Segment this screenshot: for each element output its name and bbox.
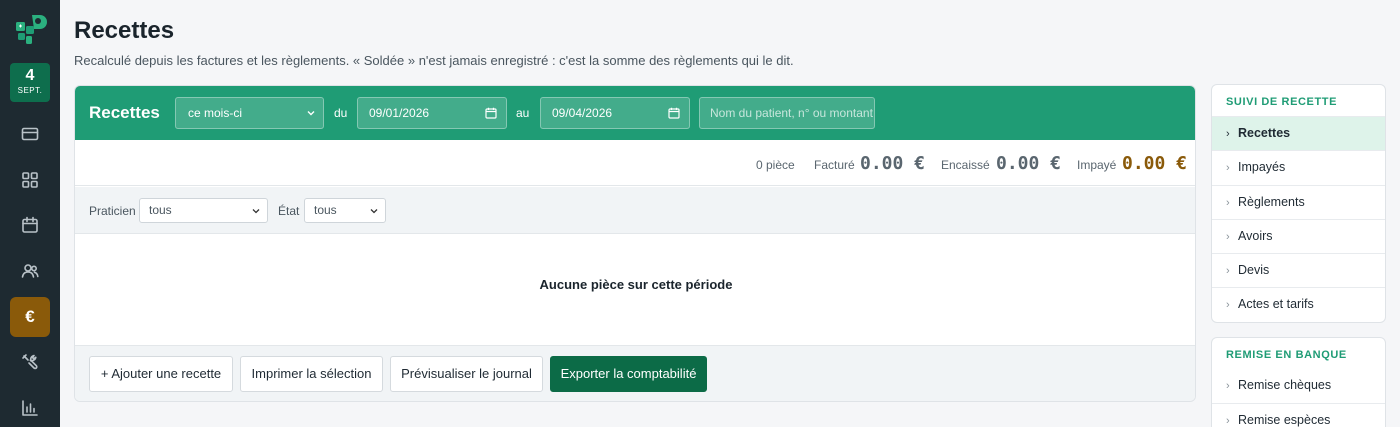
nav-item-avoirs[interactable]: › Avoirs	[1212, 219, 1385, 253]
nav-item-label: Remise chèques	[1238, 378, 1332, 392]
nav-item-label: Avoirs	[1238, 229, 1273, 243]
from-label: du	[334, 106, 348, 120]
chart-icon[interactable]	[20, 398, 40, 418]
preview-journal-button[interactable]: Prévisualiser le journal	[390, 356, 543, 392]
sidebar: 4 SEPT. €	[0, 0, 60, 427]
search-placeholder: Nom du patient, n° ou montant	[710, 106, 873, 120]
billed-value: 0.00 €	[860, 153, 926, 174]
unpaid-label: Impayé	[1077, 158, 1117, 172]
practitioner-label: Praticien	[89, 204, 136, 218]
cashed-value: 0.00 €	[996, 153, 1062, 174]
to-date-value: 09/04/2026	[552, 106, 613, 120]
page-title: Recettes	[74, 17, 175, 44]
calendar-icon[interactable]	[20, 215, 40, 235]
totals-summary: 0 pièce Facturé 0.00 € Encaissé 0.00 € I…	[75, 140, 1195, 186]
users-icon[interactable]	[20, 261, 40, 281]
receipts-card: Recettes ce mois-ci du 09/01/2026 au 09/…	[74, 85, 1196, 402]
nav-item-devis[interactable]: › Devis	[1212, 253, 1385, 287]
nav-item-impayes[interactable]: › Impayés	[1212, 150, 1385, 184]
date-day: 4	[25, 67, 35, 84]
state-select[interactable]: tous	[304, 198, 386, 223]
receipt-tracking-title: SUIVI DE RECETTE	[1226, 96, 1338, 108]
period-select-value: ce mois-ci	[188, 106, 243, 120]
from-date-input[interactable]: 09/01/2026	[357, 97, 507, 129]
nav-item-remise-especes[interactable]: › Remise espèces	[1212, 403, 1385, 427]
nav-item-label: Remise espèces	[1238, 413, 1331, 427]
document-count: 0 pièce	[756, 158, 795, 172]
chevron-right-icon: ›	[1226, 162, 1230, 174]
page-subtitle: Recalculé depuis les factures et les règ…	[74, 53, 794, 68]
billed-label: Facturé	[814, 158, 855, 172]
state-select-value: tous	[314, 203, 337, 217]
nav-item-label: Actes et tarifs	[1238, 297, 1314, 311]
chevron-right-icon: ›	[1226, 197, 1230, 209]
calendar-icon[interactable]	[485, 107, 497, 119]
chevron-right-icon: ›	[1226, 128, 1230, 140]
nav-item-reglements[interactable]: › Règlements	[1212, 185, 1385, 219]
chevron-down-icon	[307, 111, 315, 116]
actions-bar: + Ajouter une recette Imprimer la sélect…	[75, 345, 1195, 401]
period-select[interactable]: ce mois-ci	[175, 97, 324, 129]
filters-bar: Praticien tous État tous	[75, 187, 1195, 234]
print-selection-button[interactable]: Imprimer la sélection	[240, 356, 383, 392]
nav-item-label: Devis	[1238, 263, 1270, 277]
chevron-down-icon	[370, 209, 378, 214]
empty-state-message: Aucune pièce sur cette période	[539, 277, 733, 292]
nav-item-remise-cheques[interactable]: › Remise chèques	[1212, 369, 1385, 403]
nav-item-label: Impayés	[1238, 160, 1286, 174]
nav-item-label: Recettes	[1238, 126, 1291, 140]
grid-icon[interactable]	[20, 170, 40, 190]
cashed-label: Encaissé	[941, 158, 990, 172]
chevron-right-icon: ›	[1226, 299, 1230, 311]
calendar-icon[interactable]	[668, 107, 680, 119]
to-label: au	[516, 106, 530, 120]
practitioner-select[interactable]: tous	[139, 198, 268, 223]
tools-icon[interactable]	[20, 352, 40, 372]
from-date-value: 09/01/2026	[369, 106, 430, 120]
bank-deposit-panel: REMISE EN BANQUE › Remise chèques › Remi…	[1211, 337, 1386, 427]
to-date-input[interactable]: 09/04/2026	[540, 97, 690, 129]
chevron-right-icon: ›	[1226, 415, 1230, 427]
chevron-right-icon: ›	[1226, 231, 1230, 243]
chevron-down-icon	[252, 209, 260, 214]
card-header: Recettes ce mois-ci du 09/01/2026 au 09/…	[75, 86, 1195, 140]
card-icon[interactable]	[20, 124, 40, 144]
chevron-right-icon: ›	[1226, 265, 1230, 277]
nav-item-recettes[interactable]: › Recettes	[1212, 116, 1385, 150]
euro-icon[interactable]: €	[10, 297, 50, 337]
receipt-tracking-panel: SUIVI DE RECETTE › Recettes › Impayés › …	[1211, 84, 1386, 323]
state-label: État	[278, 204, 300, 218]
app-logo-icon[interactable]	[12, 12, 48, 48]
today-date-badge[interactable]: 4 SEPT.	[10, 63, 50, 102]
search-input[interactable]: Nom du patient, n° ou montant	[699, 97, 875, 129]
nav-item-actes-tarifs[interactable]: › Actes et tarifs	[1212, 287, 1385, 321]
add-receipt-button[interactable]: + Ajouter une recette	[89, 356, 233, 392]
date-month: SEPT.	[17, 86, 43, 95]
nav-item-label: Règlements	[1238, 195, 1305, 209]
practitioner-select-value: tous	[149, 203, 172, 217]
export-accounting-button[interactable]: Exporter la comptabilité	[550, 356, 707, 392]
bank-deposit-title: REMISE EN BANQUE	[1226, 349, 1347, 361]
chevron-right-icon: ›	[1226, 380, 1230, 392]
card-title: Recettes	[89, 103, 160, 122]
unpaid-value: 0.00 €	[1122, 153, 1188, 174]
